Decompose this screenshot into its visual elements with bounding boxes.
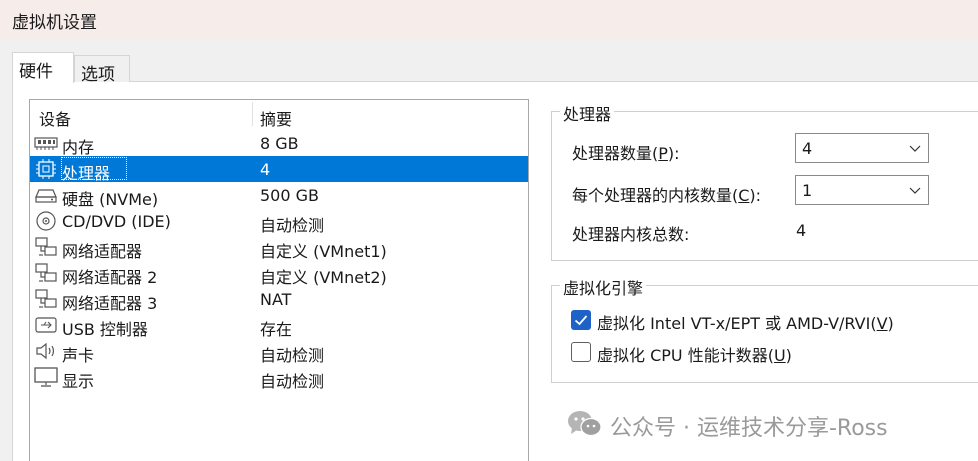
device-name: 网络适配器 <box>62 242 143 261</box>
tab-hardware[interactable]: 硬件 <box>12 52 74 83</box>
cores-per-processor-label: 每个处理器的内核数量(C): <box>572 186 762 205</box>
device-row-network-adapter[interactable]: 网络适配器 自定义 (VMnet1) <box>30 234 528 261</box>
total-cores-value: 4 <box>796 221 807 240</box>
cpu-icon <box>36 159 56 179</box>
network-icon <box>35 263 57 282</box>
cd-icon <box>36 211 56 231</box>
tab-options[interactable]: 选项 <box>74 55 130 85</box>
cores-per-processor-select[interactable]: 1 <box>795 175 929 205</box>
network-icon <box>35 237 57 256</box>
cores-per-processor-value: 1 <box>802 181 813 200</box>
speaker-icon <box>36 342 55 360</box>
wechat-icon <box>568 411 602 437</box>
device-summary: NAT <box>260 290 292 309</box>
device-row-sound-card[interactable]: 声卡 自动检测 <box>30 338 528 365</box>
device-summary: 存在 <box>260 320 293 339</box>
virtualization-engine-group: 虚拟化引擎 虚拟化 Intel VT-x/EPT 或 AMD-V/RVI(V) … <box>551 275 978 383</box>
column-header-summary[interactable]: 摘要 <box>260 106 292 130</box>
window-title: 虚拟机设置 <box>12 13 97 33</box>
processor-count-value: 4 <box>802 139 813 158</box>
device-row-usb-controller[interactable]: USB 控制器 存在 <box>30 312 528 339</box>
device-summary: 自动检测 <box>260 346 325 365</box>
network-icon <box>35 289 57 308</box>
total-cores-label: 处理器内核总数: <box>572 225 690 244</box>
chevron-down-icon <box>909 145 921 152</box>
device-name: 显示 <box>62 372 95 391</box>
device-list-header: 设备 摘要 <box>30 100 528 130</box>
tab-options-label: 选项 <box>81 65 115 85</box>
device-summary: 自动检测 <box>260 216 325 235</box>
device-row-hard-disk[interactable]: 硬盘 (NVMe) 500 GB <box>30 182 528 209</box>
processor-count-select[interactable]: 4 <box>795 133 929 163</box>
device-name: 网络适配器 2 <box>62 268 158 287</box>
processor-count-label: 处理器数量(P): <box>572 144 680 163</box>
device-name: 声卡 <box>62 346 95 365</box>
device-name: USB 控制器 <box>62 320 148 339</box>
usb-icon <box>35 317 57 333</box>
vtx-label[interactable]: 虚拟化 Intel VT-x/EPT 或 AMD-V/RVI(V) <box>597 310 894 334</box>
device-row-network-adapter-3[interactable]: 网络适配器 3 NAT <box>30 286 528 313</box>
device-name: 内存 <box>62 138 95 157</box>
device-name: 处理器 <box>62 164 111 183</box>
vtx-checkbox[interactable] <box>571 310 591 330</box>
processor-group-title: 处理器 <box>560 101 615 125</box>
device-row-memory[interactable]: 内存 8 GB <box>30 130 528 157</box>
checkmark-icon <box>574 315 588 326</box>
memory-icon <box>34 137 58 150</box>
device-row-processor[interactable]: 处理器 4 <box>30 156 528 183</box>
device-summary: 自定义 (VMnet1) <box>260 242 387 261</box>
tab-hardware-label: 硬件 <box>19 62 53 82</box>
device-name: CD/DVD (IDE) <box>62 212 171 231</box>
cpu-counter-checkbox[interactable] <box>571 342 591 362</box>
device-name: 网络适配器 3 <box>62 294 158 313</box>
device-row-display[interactable]: 显示 自动检测 <box>30 364 528 391</box>
device-summary: 自定义 (VMnet2) <box>260 268 387 287</box>
column-header-device[interactable]: 设备 <box>39 106 71 130</box>
device-name: 硬盘 (NVMe) <box>62 190 159 209</box>
device-summary: 4 <box>260 160 271 179</box>
device-list[interactable]: 设备 摘要 内存 8 GB 处理器 4 硬盘 (NVMe) 500 GB CD/… <box>29 99 529 461</box>
device-summary: 自动检测 <box>260 372 325 391</box>
processor-group: 处理器 处理器数量(P): 4 每个处理器的内核数量(C): 1 处理器内核总数… <box>551 101 978 261</box>
device-summary: 500 GB <box>260 186 319 205</box>
device-summary: 8 GB <box>260 134 299 153</box>
chevron-down-icon <box>909 187 921 194</box>
column-divider[interactable] <box>252 102 253 126</box>
device-rows: 内存 8 GB 处理器 4 硬盘 (NVMe) 500 GB CD/DVD (I… <box>30 130 528 391</box>
virtualization-group-title: 虚拟化引擎 <box>560 275 647 299</box>
disk-icon <box>35 189 57 203</box>
window-titlebar: 虚拟机设置 <box>0 0 978 40</box>
watermark-text: 公众号 · 运维技术分享-Ross <box>610 416 888 441</box>
cpu-counter-label[interactable]: 虚拟化 CPU 性能计数器(U) <box>597 342 792 366</box>
device-row-network-adapter-2[interactable]: 网络适配器 2 自定义 (VMnet2) <box>30 260 528 287</box>
device-row-cd-dvd[interactable]: CD/DVD (IDE) 自动检测 <box>30 208 528 235</box>
monitor-icon <box>34 367 58 387</box>
